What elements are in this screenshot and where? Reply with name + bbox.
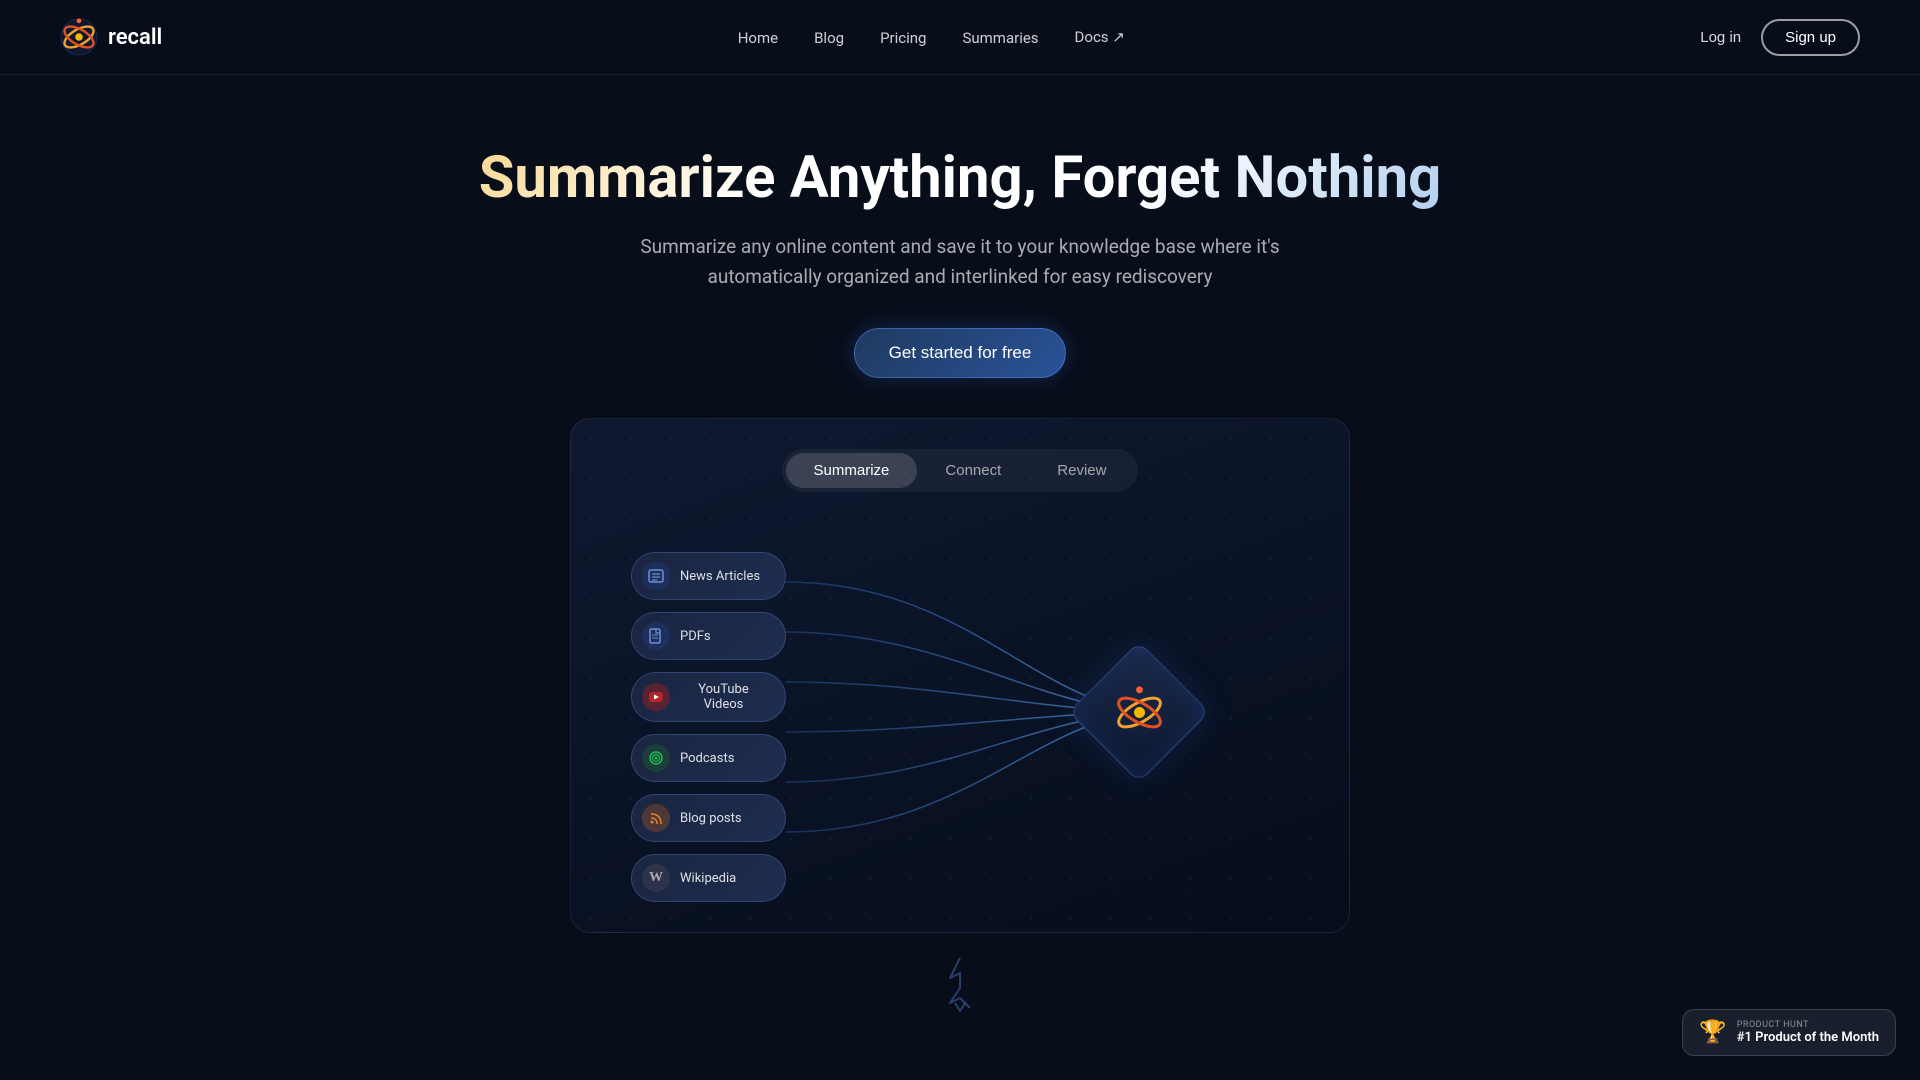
source-items: News Articles PDFs <box>631 552 786 902</box>
hero-subtitle: Summarize any online content and save it… <box>610 232 1310 293</box>
nav-actions: Log in Sign up <box>1700 19 1860 56</box>
nav-summaries[interactable]: Summaries <box>962 29 1038 47</box>
tab-summarize[interactable]: Summarize <box>786 453 918 488</box>
wikipedia-label: Wikipedia <box>680 871 736 886</box>
source-pdfs[interactable]: PDFs <box>631 612 786 660</box>
demo-container: Summarize Connect Review News <box>570 418 1350 933</box>
logo-icon <box>60 18 98 56</box>
wikipedia-icon: W <box>642 864 670 892</box>
pdf-label: PDFs <box>680 629 711 644</box>
tab-review[interactable]: Review <box>1029 453 1134 488</box>
navbar: recall Home Blog Pricing Summaries Docs … <box>0 0 1920 75</box>
logo-text: recall <box>108 25 162 50</box>
source-blog-posts[interactable]: Blog posts <box>631 794 786 842</box>
trophy-icon: 🏆 <box>1699 1020 1726 1045</box>
youtube-icon <box>642 683 670 711</box>
hero-section: Summarize Anything, Forget Nothing Summa… <box>0 75 1920 1047</box>
nav-home[interactable]: Home <box>738 29 778 47</box>
cta-button[interactable]: Get started for free <box>854 328 1067 378</box>
pdf-icon <box>642 622 670 650</box>
podcasts-icon <box>642 744 670 772</box>
source-podcasts[interactable]: Podcasts <box>631 734 786 782</box>
blog-label: Blog posts <box>680 811 742 826</box>
signup-button[interactable]: Sign up <box>1761 19 1860 56</box>
nav-blog[interactable]: Blog <box>814 29 844 47</box>
source-wikipedia[interactable]: W Wikipedia <box>631 854 786 902</box>
tab-connect[interactable]: Connect <box>917 453 1029 488</box>
nav-pricing[interactable]: Pricing <box>880 29 926 47</box>
diagram: News Articles PDFs <box>591 542 1329 882</box>
ph-label: PRODUCT HUNT <box>1737 1020 1879 1030</box>
nav-docs[interactable]: Docs ↗ <box>1075 28 1125 46</box>
hero-title: Summarize Anything, Forget Nothing <box>40 145 1880 212</box>
news-icon <box>642 562 670 590</box>
nav-links: Home Blog Pricing Summaries Docs ↗ <box>738 28 1125 47</box>
source-news-articles[interactable]: News Articles <box>631 552 786 600</box>
youtube-label: YouTube Videos <box>680 682 767 712</box>
arrow-down-icon <box>945 953 975 1017</box>
login-button[interactable]: Log in <box>1700 29 1741 46</box>
ph-title: #1 Product of the Month <box>1737 1030 1879 1045</box>
demo-tabs: Summarize Connect Review <box>782 449 1139 492</box>
scroll-arrow <box>40 953 1880 1017</box>
news-label: News Articles <box>680 569 760 584</box>
product-hunt-badge[interactable]: 🏆 PRODUCT HUNT #1 Product of the Month <box>1682 1009 1896 1056</box>
ph-text: PRODUCT HUNT #1 Product of the Month <box>1737 1020 1879 1045</box>
logo[interactable]: recall <box>60 18 162 56</box>
source-youtube[interactable]: YouTube Videos <box>631 672 786 722</box>
podcasts-label: Podcasts <box>680 751 734 766</box>
central-orb <box>1089 662 1189 762</box>
blog-icon <box>642 804 670 832</box>
